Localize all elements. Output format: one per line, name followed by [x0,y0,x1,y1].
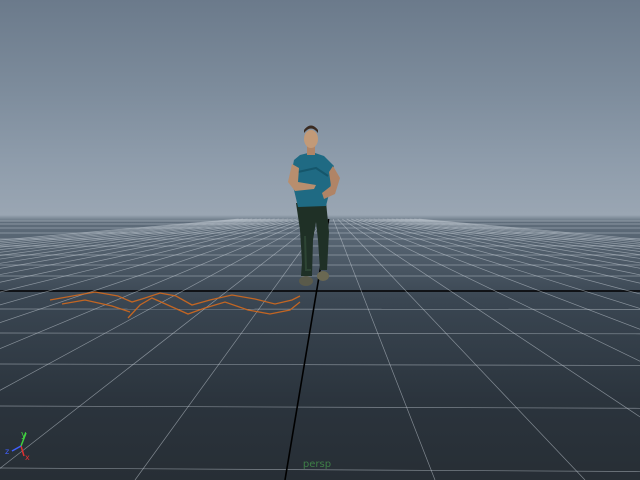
grid-line [414,218,640,242]
grid-line [0,218,257,248]
grid-line [0,218,302,306]
grid-line [0,363,640,366]
grid-line [400,218,640,247]
grid-line [396,218,640,250]
grid-line [351,218,640,330]
grid-line [0,218,316,391]
grid-line [337,218,586,480]
scene-canvas[interactable]: y x z [0,0,640,480]
view-axis-gizmo: y x z [5,430,30,462]
grid-line [391,218,640,252]
grid-line [346,218,640,362]
grid-line [0,218,307,323]
character-figure[interactable] [288,125,340,287]
grid-line [0,218,320,469]
axis-label-y: y [21,430,27,440]
grid-line [418,218,640,240]
grid-line [0,218,266,253]
grid-line [378,218,640,264]
grid-line [387,218,640,256]
grid-line [0,218,280,264]
grid-line [0,218,239,241]
grid-line [409,218,640,243]
perspective-viewport[interactable]: y x z persp [0,0,640,480]
grid-line [341,218,640,418]
grid-line [0,218,253,246]
axis-label-x: x [25,453,30,462]
grid-line [0,218,289,275]
grid-line [0,218,244,242]
grid-line [360,218,640,295]
grid-line [364,218,640,284]
grid-line [382,218,640,259]
grid-line [0,218,293,283]
grid-line [0,405,640,409]
camera-name-label: persp [302,459,332,470]
grid-line [405,218,640,245]
grid-line [0,218,248,244]
motion-path-curve[interactable] [49,291,301,319]
grid-line [0,218,298,293]
grid-line [0,218,262,250]
axis-label-z: z [5,447,9,456]
grid-line [0,218,311,349]
grid-line [0,332,640,335]
grid-line [332,218,436,480]
grid-line [0,218,284,269]
grid-line [355,218,640,309]
grid-line [369,218,640,276]
